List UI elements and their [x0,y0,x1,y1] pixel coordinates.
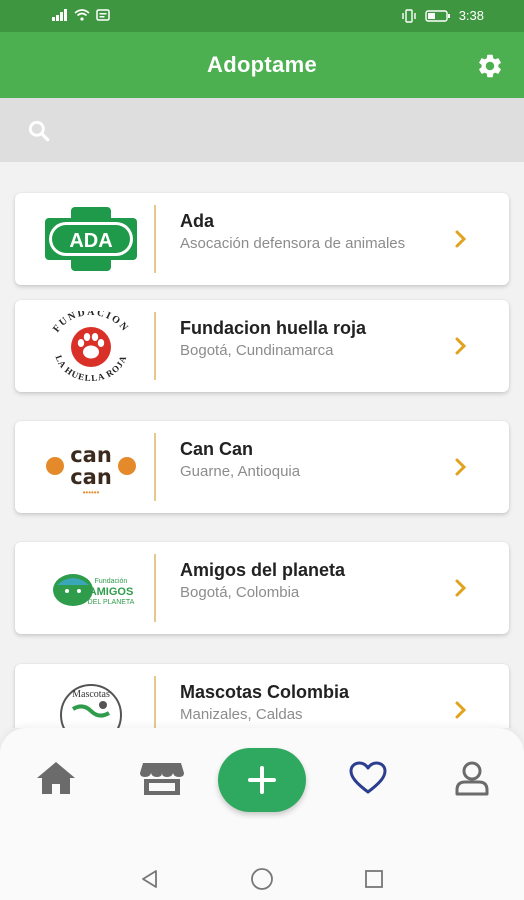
nav-home-button[interactable] [32,754,80,802]
search-bar [0,98,524,162]
status-left [52,9,110,21]
card-divider [154,205,156,273]
bottom-nav [0,728,524,856]
list-item[interactable]: can can •••••• Can Can Guarne, Antioquia [15,421,509,513]
add-button[interactable] [218,748,306,812]
list-item[interactable]: Mascotas Mascotas Colombia Manizales, Ca… [15,664,509,728]
app-title: Adoptame [207,52,317,77]
organization-subtitle: Bogotá, Colombia [180,584,300,601]
logo-text: ADA [69,230,112,252]
vibrate-icon [401,8,416,23]
notification-icon [96,9,110,21]
svg-text:Mascotas: Mascotas [72,689,110,700]
organization-logo: Fundación AMIGOS DEL PLANETA [41,552,141,624]
battery-icon [424,9,450,22]
list-item[interactable]: ADA Ada Asocación defensora de animales [15,193,509,285]
list-item[interactable]: Fundación AMIGOS DEL PLANETA Amigos del … [15,542,509,634]
user-icon [455,761,489,796]
card-divider [154,554,156,622]
organization-name: Can Can [180,439,254,459]
organization-subtitle: Manizales, Caldas [180,706,303,723]
organization-name: Amigos del planeta [180,560,346,580]
svg-text:••••••: •••••• [83,488,100,497]
home-circle-icon [251,868,273,890]
organization-name: Mascotas Colombia [180,682,350,702]
chevron-right-icon [455,230,467,248]
organization-logo: ADA [41,203,141,275]
heart-icon [349,761,387,794]
system-home-button[interactable] [249,866,275,892]
organization-name: Fundacion huella roja [180,318,367,338]
organization-subtitle: Bogotá, Cundinamarca [180,342,334,359]
chevron-right-icon [455,701,467,719]
status-time: 3:38 [458,8,484,23]
status-bar: 3:38 [0,0,524,32]
organization-logo: can can •••••• [41,431,141,503]
svg-text:can: can [70,465,112,489]
store-icon [140,763,184,795]
settings-button[interactable] [474,50,506,82]
card-divider [154,312,156,380]
app-bar: Adoptame [0,32,524,98]
system-recents-button[interactable] [361,866,387,892]
organization-logo: FUNDACION LA HUELLA ROJA [41,310,141,382]
chevron-right-icon [455,458,467,476]
nav-favorites-button[interactable] [344,754,392,802]
organization-logo: Mascotas [41,674,141,728]
system-back-button[interactable] [137,866,163,892]
back-triangle-icon [142,870,157,888]
svg-text:DEL PLANETA: DEL PLANETA [88,599,135,606]
status-right: 3:38 [401,8,484,23]
list-item[interactable]: FUNDACION LA HUELLA ROJA Fundacion huell… [15,300,509,392]
organization-name: Ada [180,211,215,231]
card-divider [154,676,156,728]
organization-subtitle: Asocación defensora de animales [180,235,406,252]
add-icon [248,766,276,794]
chevron-right-icon [455,579,467,597]
organization-list: ADA Ada Asocación defensora de animales … [0,162,524,728]
gear-icon [479,54,501,78]
search-icon [28,120,50,142]
svg-text:can: can [70,443,112,467]
recents-square-icon [365,870,383,888]
card-divider [154,433,156,501]
signal-icon [52,9,67,21]
system-nav-bar [0,856,524,900]
nav-store-button[interactable] [138,754,186,802]
search-input[interactable] [62,112,506,150]
svg-text:AMIGOS: AMIGOS [89,586,134,598]
chevron-right-icon [455,337,467,355]
svg-text:Fundación: Fundación [95,578,128,585]
home-icon [37,762,75,794]
nav-profile-button[interactable] [448,754,496,802]
wifi-icon [74,9,90,21]
organization-subtitle: Guarne, Antioquia [180,463,301,480]
